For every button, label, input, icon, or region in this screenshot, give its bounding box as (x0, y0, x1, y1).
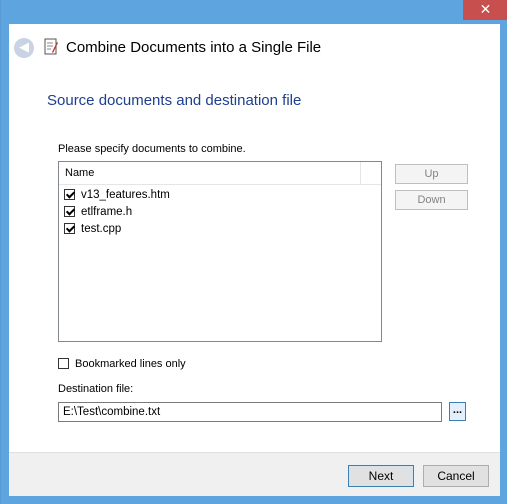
section-title: Source documents and destination file (47, 92, 302, 109)
item-label: test.cpp (81, 223, 122, 235)
back-button[interactable]: ◀ (14, 38, 34, 58)
browse-button[interactable]: ... (449, 402, 466, 421)
destination-field[interactable]: E:\Test\combine.txt (58, 402, 442, 422)
item-label: v13_features.htm (81, 189, 170, 201)
list-item[interactable]: etlframe.h (64, 204, 364, 221)
wizard-content: Source documents and destination file Pl… (9, 72, 500, 452)
close-button[interactable]: ✕ (463, 0, 507, 20)
window-border-left (1, 24, 9, 504)
documents-list[interactable]: Name v13_features.htm etlframe.h test.cp… (58, 161, 382, 342)
wizard-footer: Next Cancel (9, 452, 500, 496)
column-header-name[interactable]: Name (59, 162, 361, 184)
down-button[interactable]: Down (395, 190, 468, 210)
window-border-bottom (1, 496, 507, 504)
item-checkbox[interactable] (64, 206, 75, 217)
list-header: Name (59, 162, 381, 185)
up-button[interactable]: Up (395, 164, 468, 184)
document-edit-icon (44, 38, 58, 55)
destination-label: Destination file: (58, 383, 134, 395)
bookmarked-label: Bookmarked lines only (75, 358, 186, 370)
bookmarked-checkbox[interactable] (58, 358, 69, 369)
close-icon: ✕ (479, 2, 492, 18)
instructions-label: Please specify documents to combine. (58, 143, 246, 155)
title-bar (1, 0, 507, 24)
bookmarked-option[interactable]: Bookmarked lines only (58, 358, 186, 371)
wizard-window: ✕ ◀ Combine Documents into a Single File… (0, 0, 507, 504)
cancel-button[interactable]: Cancel (423, 465, 489, 487)
back-arrow-icon: ◀ (19, 40, 29, 55)
next-button[interactable]: Next (348, 465, 414, 487)
wizard-title: Combine Documents into a Single File (66, 39, 322, 56)
item-label: etlframe.h (81, 206, 133, 218)
item-checkbox[interactable] (64, 223, 75, 234)
window-border-right (500, 24, 507, 504)
list-item[interactable]: test.cpp (64, 221, 364, 238)
item-checkbox[interactable] (64, 189, 75, 200)
wizard-header: ◀ Combine Documents into a Single File (9, 24, 500, 72)
list-item[interactable]: v13_features.htm (64, 187, 364, 204)
